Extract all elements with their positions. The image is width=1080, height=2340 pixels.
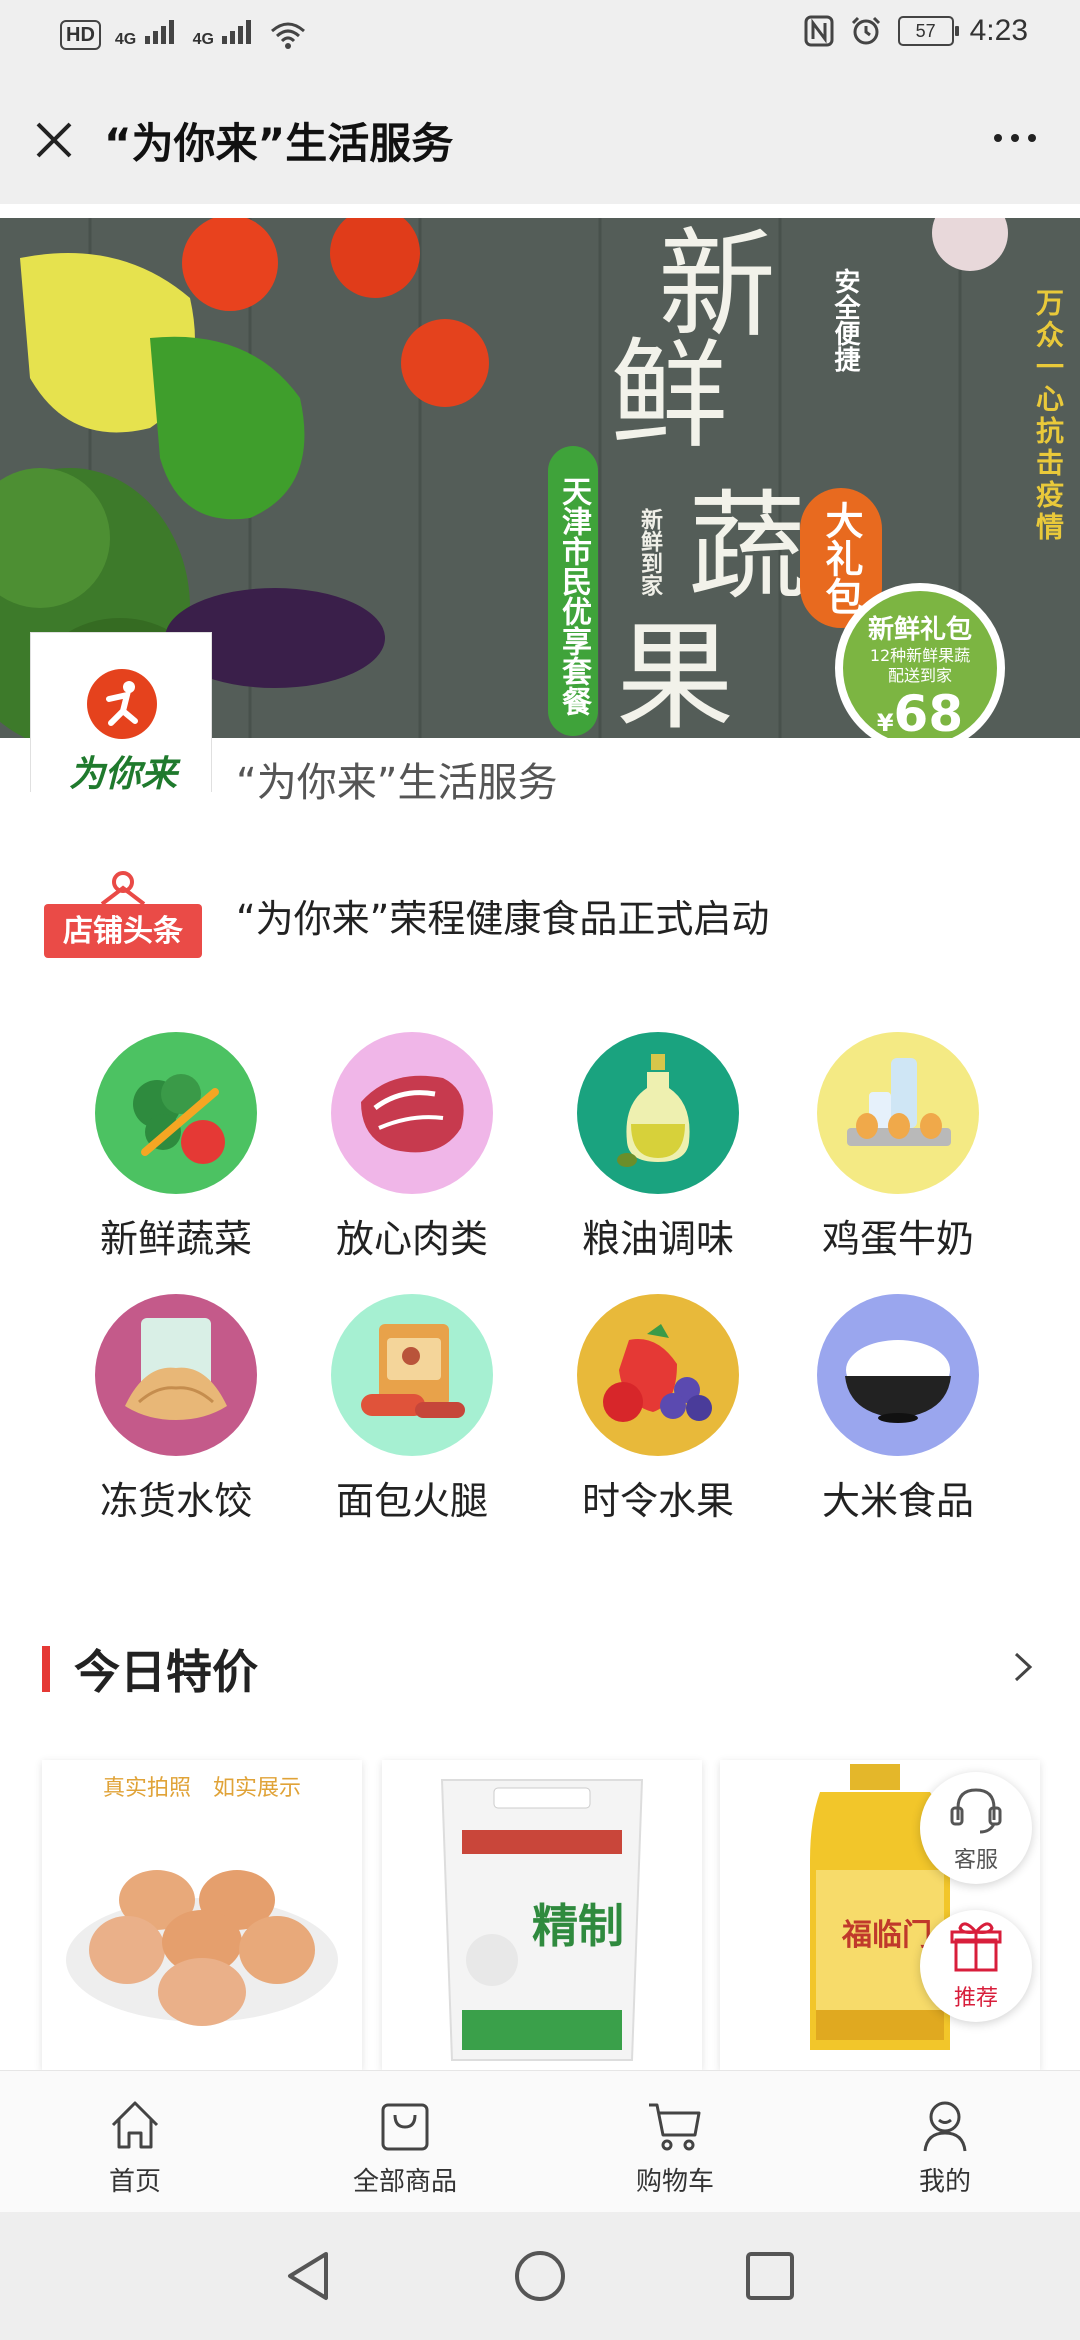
customer-service-button[interactable]: 客服 — [920, 1772, 1032, 1884]
shopping-bag-icon — [381, 2103, 429, 2151]
headline-text[interactable]: “为你来”荣程健康食品正式启动 — [236, 888, 769, 943]
wifi-icon — [271, 22, 306, 49]
category-fruit[interactable]: 时令水果 — [548, 1294, 768, 1525]
runner-icon — [87, 669, 157, 739]
category-vegetables[interactable]: 新鲜蔬菜 — [66, 1032, 286, 1263]
title-bar: “为你来”生活服务 — [0, 72, 1080, 204]
eggs-image — [66, 1870, 338, 2026]
home-icon — [111, 2101, 159, 2149]
category-label: 放心肉类 — [335, 1217, 488, 1261]
home-circle-icon[interactable] — [512, 2248, 568, 2304]
banner-char-3: 蔬 — [688, 478, 807, 616]
category-rice[interactable]: 大米食品 — [788, 1294, 1008, 1525]
more-icon[interactable] — [994, 134, 1036, 142]
user-icon — [923, 2101, 967, 2152]
oil-label: 福临门 — [842, 1918, 932, 1953]
gift-price: ¥68 — [876, 685, 964, 738]
category-label: 粮油调味 — [581, 1217, 734, 1261]
battery-icon: 57 — [897, 16, 959, 46]
fruit-icon — [577, 1294, 739, 1456]
nfc-icon — [804, 15, 834, 47]
service-label: 客服 — [953, 1848, 998, 1873]
nav-label: 购物车 — [635, 2167, 714, 2197]
category-meat[interactable]: 放心肉类 — [302, 1032, 522, 1263]
category-label: 新鲜蔬菜 — [99, 1217, 252, 1261]
category-oil[interactable]: 粮油调味 — [548, 1032, 768, 1263]
gift-title: 新鲜礼包 — [867, 615, 972, 645]
category-label: 鸡蛋牛奶 — [821, 1217, 974, 1261]
gift-icon — [950, 1922, 1002, 1972]
status-bar: HD 4G 4G 57 4:23 — [0, 0, 1080, 72]
recommend-button[interactable]: 推荐 — [920, 1910, 1032, 2022]
category-label: 冻货水饺 — [99, 1479, 252, 1523]
flour-label: 精制 — [532, 1899, 624, 1953]
headset-icon — [950, 1788, 1002, 1834]
alarm-icon — [851, 16, 880, 45]
cart-icon — [649, 2103, 701, 2151]
bottom-nav: 首页 全部商品 购物车 我的 — [0, 2070, 1080, 2213]
nav-label: 首页 — [108, 2167, 161, 2197]
nav-home[interactable]: 首页 — [0, 2071, 270, 2213]
banner-char-2: 鲜 — [610, 326, 729, 464]
store-logo: 为你来 — [30, 632, 212, 795]
banner-tag-safe: 安全便捷 — [830, 268, 860, 372]
category-label: 面包火腿 — [335, 1479, 488, 1523]
product-card-flour[interactable]: 精制 — [382, 1760, 702, 2070]
nav-label: 我的 — [918, 2167, 971, 2197]
page-title: “为你来”生活服务 — [104, 119, 454, 168]
eggs-caption: 真实拍照 如实展示 — [102, 1776, 301, 1801]
bread-ham-icon — [331, 1294, 493, 1456]
gift-sub1: 12种新鲜果蔬 — [869, 646, 971, 665]
banner-char-4: 果 — [616, 608, 735, 738]
close-icon[interactable] — [30, 116, 78, 164]
vegetables-icon — [95, 1032, 257, 1194]
section-title: 今日特价 — [74, 1645, 258, 1699]
store-name: “为你来”生活服务 — [236, 760, 558, 806]
gift-sub2: 配送到家 — [887, 666, 952, 685]
nav-me[interactable]: 我的 — [810, 2071, 1080, 2213]
category-eggs-milk[interactable]: 鸡蛋牛奶 — [788, 1032, 1008, 1263]
logo-text: 为你来 — [68, 754, 177, 795]
nav-cart[interactable]: 购物车 — [540, 2071, 810, 2213]
oil-bottle-icon — [577, 1032, 739, 1194]
banner-tag-right: 万众一心抗击疫情 — [1032, 288, 1065, 544]
nav-all-products[interactable]: 全部商品 — [270, 2071, 540, 2213]
nav-label: 全部商品 — [352, 2167, 457, 2197]
eggs-milk-icon — [817, 1032, 979, 1194]
signal-icon-2: 4G — [193, 18, 257, 52]
signal-icon-1: 4G — [115, 18, 179, 52]
category-frozen-dumplings[interactable]: 冻货水饺 — [66, 1294, 286, 1525]
hd-badge: HD — [60, 20, 101, 50]
dumplings-icon — [95, 1294, 257, 1456]
system-nav-bar — [0, 2212, 1080, 2340]
category-label: 时令水果 — [581, 1479, 734, 1523]
section-accent-bar — [42, 1646, 50, 1692]
product-card-eggs[interactable]: 真实拍照 如实展示 — [42, 1760, 362, 2070]
back-icon[interactable] — [282, 2248, 334, 2304]
category-bread-ham[interactable]: 面包火腿 — [302, 1294, 522, 1525]
recent-apps-icon[interactable] — [744, 2250, 796, 2302]
clock-time: 4:23 — [969, 14, 1028, 47]
meat-icon — [331, 1032, 493, 1194]
rice-bowl-icon — [817, 1294, 979, 1456]
chevron-right-icon[interactable] — [1006, 1648, 1040, 1686]
category-label: 大米食品 — [821, 1479, 974, 1523]
banner-tag-mid: 新鲜到家 — [637, 508, 662, 596]
recommend-label: 推荐 — [953, 1986, 998, 2011]
banner-tag-left: 天津市民优享套餐 — [548, 446, 598, 736]
headline-badge-label: 店铺头条 — [63, 914, 183, 949]
